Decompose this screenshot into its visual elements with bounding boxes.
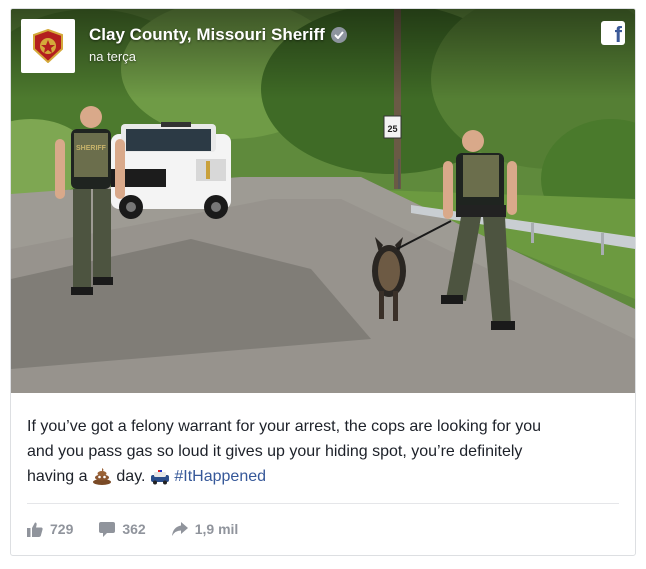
- speed-sign-text: 25: [387, 124, 397, 134]
- post-header: Clay County, Missouri Sheriff na terça f: [11, 9, 635, 89]
- post-caption: If you’ve got a felony warrant for your …: [27, 414, 617, 493]
- caption-line-2: and you pass gas so loud it gives up you…: [27, 443, 523, 460]
- like-count: 729: [50, 521, 74, 537]
- page-name-text[interactable]: Clay County, Missouri Sheriff: [89, 25, 325, 45]
- facebook-post-card: 25 SHERIFF Clay County, Missouri Sheriff…: [10, 8, 636, 556]
- page-name[interactable]: Clay County, Missouri Sheriff: [89, 25, 347, 45]
- share-count: 1,9 mil: [194, 521, 239, 537]
- stats-divider: [27, 503, 619, 504]
- facebook-logo-icon[interactable]: f: [601, 21, 625, 46]
- speech-bubble-icon: [99, 521, 116, 537]
- poop-emoji-icon: [92, 467, 112, 493]
- verified-check-icon: [330, 27, 347, 43]
- post-photo[interactable]: 25 SHERIFF Clay County, Missouri Sheriff…: [11, 9, 635, 393]
- thumbs-up-icon: [27, 522, 43, 537]
- sheriff-badge-icon: [33, 29, 63, 63]
- like-stat[interactable]: 729: [27, 521, 73, 537]
- share-stat[interactable]: 1,9 mil: [171, 521, 239, 537]
- share-arrow-icon: [171, 522, 188, 536]
- comment-stat[interactable]: 362: [99, 521, 146, 537]
- vest-patch-text: SHERIFF: [76, 145, 107, 152]
- hashtag-link[interactable]: #ItHappened: [174, 468, 266, 485]
- page-avatar[interactable]: [21, 19, 75, 73]
- caption-line-1: If you’ve got a felony warrant for your …: [27, 418, 542, 435]
- police-suv: [111, 122, 231, 219]
- caption-line-3: having a day. #ItHappened: [27, 464, 617, 493]
- comment-count: 362: [122, 521, 146, 537]
- post-timestamp[interactable]: na terça: [89, 49, 136, 64]
- engagement-stats: 729 362 1,9 mil: [27, 517, 238, 541]
- police-car-emoji-icon: [150, 468, 170, 493]
- caption-pre: having a: [27, 468, 88, 485]
- caption-mid: day.: [116, 468, 146, 485]
